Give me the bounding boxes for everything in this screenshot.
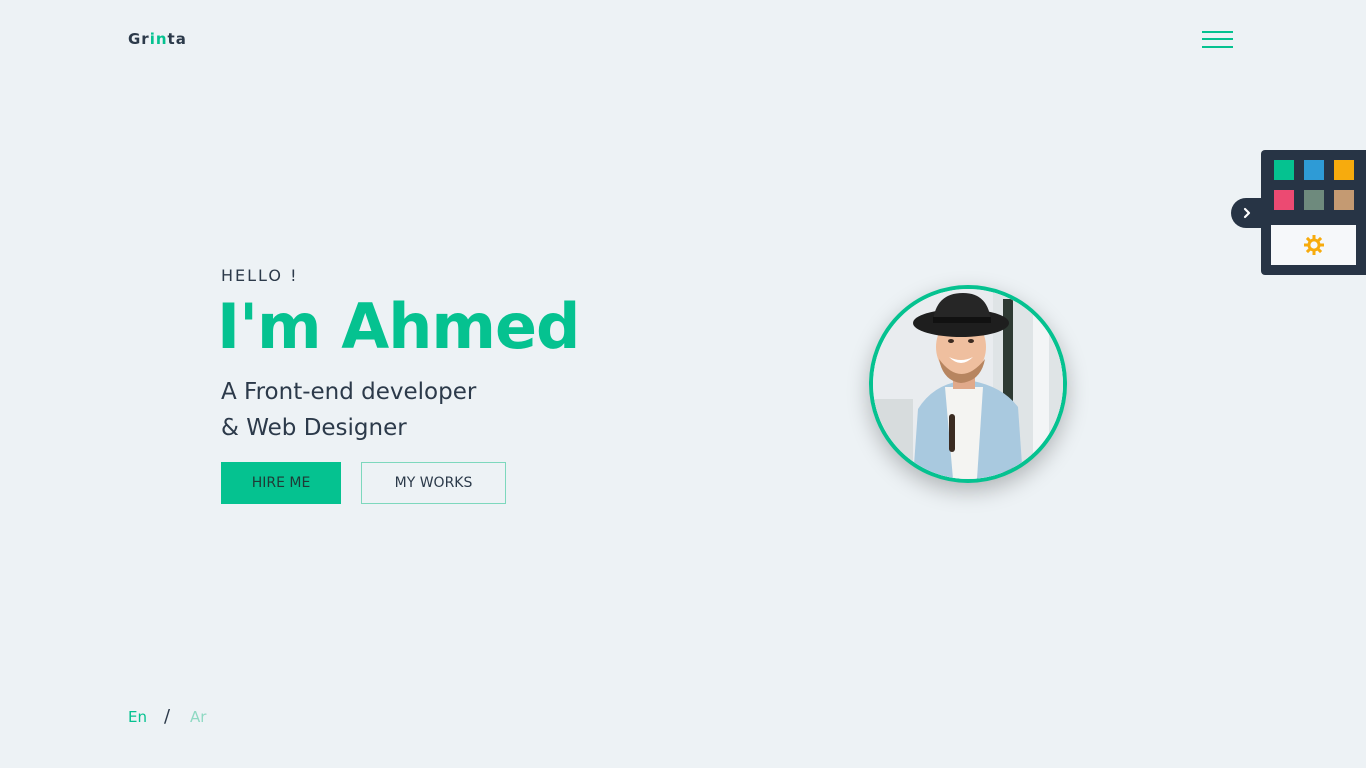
role-description: A Front-end developer & Web Designer (221, 374, 476, 446)
language-ar[interactable]: Ar (190, 708, 206, 726)
hire-me-button[interactable]: HIRE ME (221, 462, 341, 504)
logo-part-2: in (149, 30, 168, 48)
logo[interactable]: Grinta (128, 30, 187, 48)
color-switcher (1261, 150, 1366, 275)
page: Grinta HELLO ! I'm Ahmed A Front-end dev… (0, 0, 1366, 768)
my-works-button[interactable]: MY WORKS (361, 462, 506, 504)
swatch-pink[interactable] (1274, 190, 1294, 210)
swatch-gray-green[interactable] (1304, 190, 1324, 210)
language-en[interactable]: En (128, 708, 147, 726)
swatch-tan[interactable] (1334, 190, 1354, 210)
swatch-green[interactable] (1274, 160, 1294, 180)
settings-button[interactable] (1271, 225, 1356, 265)
hero-name: I'm Ahmed (217, 290, 580, 363)
avatar (869, 285, 1067, 483)
swatch-blue[interactable] (1304, 160, 1324, 180)
gear-icon (1303, 235, 1324, 255)
avatar-photo (873, 289, 1063, 479)
role-line-1: A Front-end developer (221, 379, 477, 405)
swatch-orange[interactable] (1334, 160, 1354, 180)
greeting: HELLO ! (221, 266, 299, 285)
hamburger-line (1202, 38, 1233, 40)
hamburger-line (1202, 31, 1233, 33)
switcher-toggle[interactable] (1231, 198, 1263, 228)
chevron-right-icon (1243, 207, 1251, 219)
logo-part-3: ta (167, 30, 187, 48)
hamburger-line (1202, 46, 1233, 48)
role-line-2: & Web Designer (221, 415, 407, 441)
language-separator: / (164, 706, 171, 727)
logo-part-1: Gr (128, 30, 150, 48)
hamburger-icon[interactable] (1202, 30, 1234, 50)
